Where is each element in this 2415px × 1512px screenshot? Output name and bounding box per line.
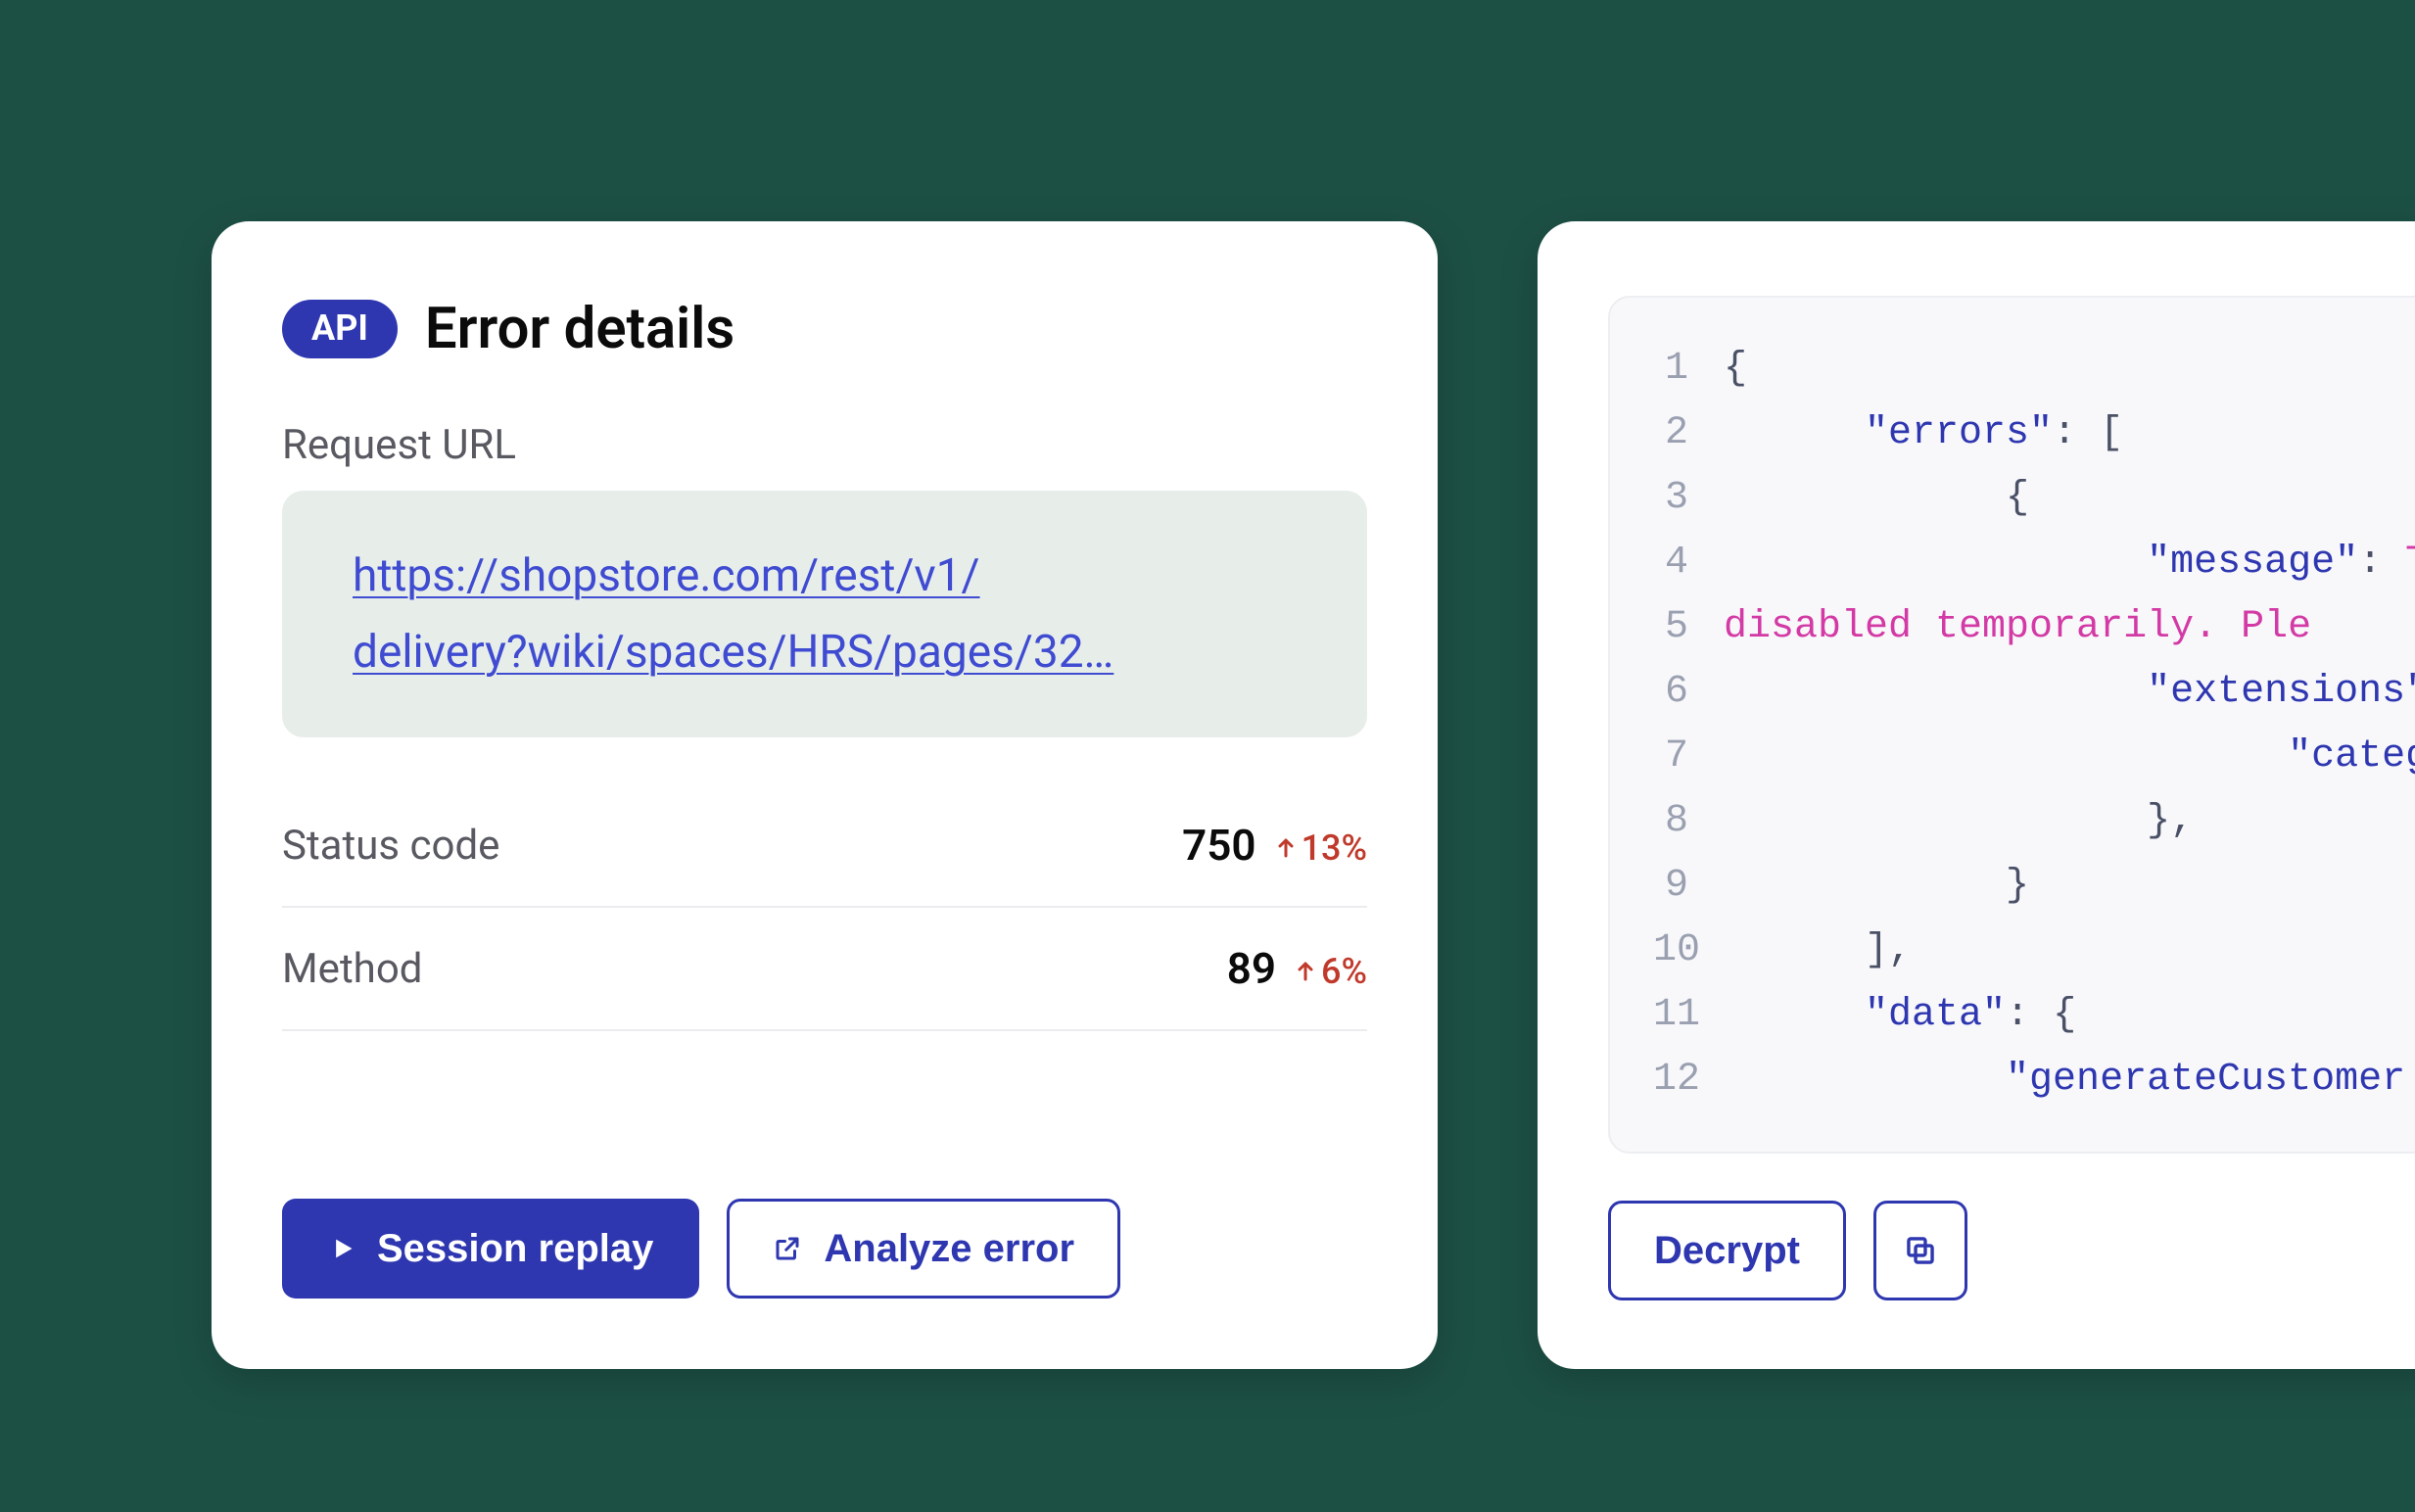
code-line: 11 "data": { xyxy=(1653,983,2415,1048)
line-number: 8 xyxy=(1653,789,1724,854)
error-details-card: API Error details Request URL https://sh… xyxy=(212,221,1438,1369)
code-line: 9 } xyxy=(1653,854,2415,919)
line-number: 11 xyxy=(1653,983,1724,1048)
line-number: 4 xyxy=(1653,531,1724,595)
code-content: { xyxy=(1724,466,2029,531)
code-content: "category xyxy=(1724,725,2415,789)
code-content: "message": Th xyxy=(1724,531,2415,595)
code-viewer: 1{2 "errors": [3 {4 "message": Th5disabl… xyxy=(1608,296,2415,1154)
line-number: 12 xyxy=(1653,1048,1724,1112)
line-number: 10 xyxy=(1653,919,1724,983)
code-line: 12 "generateCustomer xyxy=(1653,1048,2415,1112)
card-header: API Error details xyxy=(282,296,1367,362)
analyze-error-label: Analyze error xyxy=(824,1229,1074,1268)
code-content: ], xyxy=(1724,919,1912,983)
method-value: 89 xyxy=(1227,943,1276,994)
code-card: 1{2 "errors": [3 {4 "message": Th5disabl… xyxy=(1538,221,2415,1369)
arrow-up-icon xyxy=(1274,836,1298,860)
code-line: 7 "category xyxy=(1653,725,2415,789)
code-content: { xyxy=(1724,337,1747,402)
status-code-delta: 13% xyxy=(1274,827,1367,869)
code-content: }, xyxy=(1724,789,2194,854)
decrypt-button[interactable]: Decrypt xyxy=(1608,1201,1846,1300)
status-code-value-group: 750 13% xyxy=(1182,820,1367,871)
code-line: 8 }, xyxy=(1653,789,2415,854)
request-url-line1: https://shopstore.com/rest/v1/ xyxy=(353,549,980,602)
status-code-label: Status code xyxy=(282,822,499,870)
code-line: 5disabled temporarily. Ple xyxy=(1653,595,2415,660)
line-number: 7 xyxy=(1653,725,1724,789)
code-line: 10 ], xyxy=(1653,919,2415,983)
code-line: 6 "extensions": xyxy=(1653,660,2415,725)
code-content: } xyxy=(1724,854,2029,919)
status-code-value: 750 xyxy=(1182,820,1255,871)
method-delta: 6% xyxy=(1294,951,1367,992)
line-number: 2 xyxy=(1653,402,1724,466)
code-content: disabled temporarily. Ple xyxy=(1724,595,2311,660)
code-card-actions: Decrypt xyxy=(1608,1201,2415,1300)
method-label: Method xyxy=(282,945,422,993)
decrypt-label: Decrypt xyxy=(1654,1231,1800,1270)
request-url-link[interactable]: https://shopstore.com/rest/v1/ delivery?… xyxy=(353,549,1113,679)
line-number: 9 xyxy=(1653,854,1724,919)
code-content: "extensions": xyxy=(1724,660,2415,725)
api-badge: API xyxy=(282,300,398,357)
page-title: Error details xyxy=(425,296,734,362)
code-line: 3 { xyxy=(1653,466,2415,531)
card-actions: Session replay Analyze error xyxy=(282,1199,1367,1299)
session-replay-label: Session replay xyxy=(377,1229,653,1268)
code-content: "errors": [ xyxy=(1724,402,2123,466)
code-line: 1{ xyxy=(1653,337,2415,402)
request-url-box: https://shopstore.com/rest/v1/ delivery?… xyxy=(282,491,1367,737)
arrow-up-icon xyxy=(1294,960,1317,983)
code-line: 2 "errors": [ xyxy=(1653,402,2415,466)
status-code-delta-text: 13% xyxy=(1302,827,1367,869)
external-link-icon xyxy=(773,1234,802,1263)
play-icon xyxy=(328,1235,355,1262)
method-value-group: 89 6% xyxy=(1227,943,1367,994)
copy-icon xyxy=(1904,1234,1937,1267)
analyze-error-button[interactable]: Analyze error xyxy=(727,1199,1120,1299)
copy-button[interactable] xyxy=(1873,1201,1967,1300)
code-content: "data": { xyxy=(1724,983,2076,1048)
request-url-label: Request URL xyxy=(282,421,1367,469)
request-url-line2: delivery?wiki/spaces/HRS/pages/32… xyxy=(353,626,1113,679)
code-content: "generateCustomer xyxy=(1724,1048,2405,1112)
line-number: 5 xyxy=(1653,595,1724,660)
method-row: Method 89 6% xyxy=(282,908,1367,1031)
session-replay-button[interactable]: Session replay xyxy=(282,1199,699,1299)
code-line: 4 "message": Th xyxy=(1653,531,2415,595)
line-number: 3 xyxy=(1653,466,1724,531)
line-number: 6 xyxy=(1653,660,1724,725)
line-number: 1 xyxy=(1653,337,1724,402)
method-delta-text: 6% xyxy=(1321,951,1367,992)
status-code-row: Status code 750 13% xyxy=(282,784,1367,908)
